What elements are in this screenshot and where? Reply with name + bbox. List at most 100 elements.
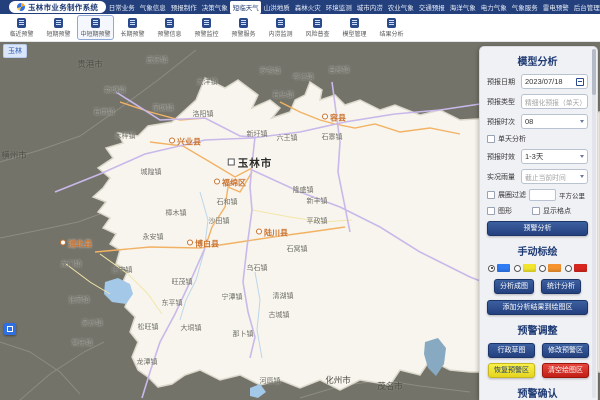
tab-7[interactable]: 预警服务 xyxy=(225,15,262,40)
town-label: 新塘镇 xyxy=(105,85,126,95)
tab-10[interactable]: 模型管理 xyxy=(336,15,373,40)
map-layer-control[interactable] xyxy=(4,323,16,335)
town-label: 旺茂镇 xyxy=(172,277,193,287)
top-nav-item-11[interactable]: 交通预报 xyxy=(416,1,447,14)
town-label: 平政镇 xyxy=(307,216,328,226)
top-nav-item-6[interactable]: 山洪地质 xyxy=(261,1,292,14)
warning-analysis-button[interactable]: 预警分析 xyxy=(487,221,588,236)
single-day-row: 单天分析 xyxy=(487,134,588,144)
forecast-type-row: 预报类型 精细化预报（单天） xyxy=(487,94,588,109)
plot-color-option-4[interactable] xyxy=(565,264,587,272)
tab-11[interactable]: 结果分析 xyxy=(373,15,410,40)
tab-label: 预警监控 xyxy=(194,29,218,38)
tab-label: 临近预警 xyxy=(9,29,33,38)
tab-label: 预警信息 xyxy=(157,29,181,38)
main-city-label: 玉林市 xyxy=(228,156,273,171)
panel-scrollbar[interactable] xyxy=(592,49,596,398)
legend-checkbox[interactable] xyxy=(487,207,495,215)
analysis-panel: 模型分析 预报日期 2023/07/18 预报类型 精细化预报（单天） 预报时次… xyxy=(479,46,598,400)
forecast-date-label: 预报日期 xyxy=(487,77,518,87)
top-nav-item-7[interactable]: 森林火灾 xyxy=(292,1,323,14)
color-swatch xyxy=(548,264,561,272)
adjust-button-3[interactable]: 恢复预警区 xyxy=(488,363,535,378)
forecast-time-row: 预报时次 08 xyxy=(487,114,588,129)
area-filter-input[interactable] xyxy=(529,189,556,201)
tab-label: 中短期预警 xyxy=(80,29,110,38)
plot-color-option-2[interactable] xyxy=(514,264,536,272)
top-nav-item-14[interactable]: 气象服务 xyxy=(509,1,540,14)
grid-points-checkbox[interactable] xyxy=(532,207,540,215)
forecast-time-value: 08 xyxy=(525,117,533,126)
document-icon xyxy=(165,18,174,28)
tab-1[interactable]: 临近预警 xyxy=(3,15,40,40)
top-nav-item-5[interactable]: 短临天气 xyxy=(230,1,261,14)
town-label: 石寨镇 xyxy=(322,132,343,142)
tab-5[interactable]: 预警信息 xyxy=(151,15,188,40)
town-label: 清湖镇 xyxy=(273,291,294,301)
top-nav-item-1[interactable]: 日常业务 xyxy=(106,1,137,14)
county-label: 兴业县 xyxy=(169,137,201,148)
plot-color-option-1[interactable] xyxy=(488,264,510,272)
rainfall-value: 截止当前时间 xyxy=(525,172,566,182)
tab-4[interactable]: 长期预警 xyxy=(114,15,151,40)
tab-6[interactable]: 预警监控 xyxy=(188,15,225,40)
plot-color-option-3[interactable] xyxy=(539,264,561,272)
chevron-down-icon xyxy=(580,120,584,123)
town-label: 武乐镇 xyxy=(147,55,168,65)
forecast-type-input[interactable]: 精细化预报（单天） xyxy=(521,94,588,109)
top-nav-item-9[interactable]: 城市内涝 xyxy=(354,1,385,14)
top-nav-item-13[interactable]: 电力气象 xyxy=(478,1,509,14)
app-title: 玉林市业务制作系统 xyxy=(28,2,98,13)
single-day-checkbox[interactable] xyxy=(487,135,495,143)
adjust-button-2[interactable]: 修改预警区 xyxy=(542,343,589,358)
region-chip[interactable]: 玉林 xyxy=(3,44,27,58)
tab-label: 短期预警 xyxy=(46,29,70,38)
tab-3[interactable]: 中短期预警 xyxy=(77,15,114,40)
scrollbar-thumb[interactable] xyxy=(592,49,596,95)
top-nav-item-10[interactable]: 农业气象 xyxy=(385,1,416,14)
town-label: 石和镇 xyxy=(217,197,238,207)
top-nav-item-4[interactable]: 决策气象 xyxy=(199,1,230,14)
top-nav-item-12[interactable]: 海洋气象 xyxy=(447,1,478,14)
color-swatch xyxy=(523,264,536,272)
top-nav-item-8[interactable]: 环境监测 xyxy=(323,1,354,14)
town-label: 六王镇 xyxy=(277,133,298,143)
model-analysis-title: 模型分析 xyxy=(487,53,588,68)
analysis-image-button[interactable]: 分析成图 xyxy=(494,279,534,294)
top-nav-item-15[interactable]: 雷电预警 xyxy=(540,1,571,14)
area-filter-checkbox[interactable] xyxy=(487,191,495,199)
chevron-down-icon xyxy=(580,155,584,158)
forecast-date-input[interactable]: 2023/07/18 xyxy=(521,74,588,89)
forecast-time-select[interactable]: 08 xyxy=(521,114,588,129)
tab-bar: 临近预警 短期预警 中短期预警长期预警预警信息 预警监控预警服务内涝监测风险普查模型管… xyxy=(0,14,600,42)
county-label: 福绵区 xyxy=(214,178,246,189)
statistics-button[interactable]: 统计分析 xyxy=(541,279,581,294)
calendar-icon xyxy=(576,78,584,86)
top-nav-item-16[interactable]: 后台管理 xyxy=(571,1,600,14)
top-nav-item-2[interactable]: 气象信息 xyxy=(137,1,168,14)
area-filter-label: 展圈过滤 xyxy=(498,190,526,200)
town-label: 罗秀镇 xyxy=(260,66,281,76)
town-label: 新丰镇 xyxy=(307,196,328,206)
town-label: 自良镇 xyxy=(329,65,350,75)
forecast-period-select[interactable]: 1-3天 xyxy=(521,149,588,164)
radio-icon xyxy=(488,265,495,272)
tab-9[interactable]: 风险普查 xyxy=(299,15,336,40)
top-nav-item-3[interactable]: 预报制作 xyxy=(168,1,199,14)
app-logo[interactable]: 玉林市业务制作系统 xyxy=(9,1,106,13)
color-swatch xyxy=(497,264,510,272)
single-day-label: 单天分析 xyxy=(498,134,526,144)
forecast-type-label: 预报类型 xyxy=(487,97,518,107)
town-label: 常乐镇 xyxy=(72,338,93,348)
document-icon xyxy=(91,18,100,28)
town-label: 张黄镇 xyxy=(69,295,90,305)
adjust-button-4[interactable]: 清空绘图区 xyxy=(542,363,589,378)
tab-label: 结果分析 xyxy=(379,29,403,38)
app-screen: 玉林市业务制作系统 日常业务气象信息预报制作决策气象短临天气山洪地质森林火灾环境… xyxy=(0,0,600,400)
adjust-button-1[interactable]: 行政草图 xyxy=(488,343,535,358)
add-result-button[interactable]: 添加分析结果到绘图区 xyxy=(487,300,588,315)
document-icon xyxy=(313,18,322,28)
tab-8[interactable]: 内涝监测 xyxy=(262,15,299,40)
rainfall-select[interactable]: 截止当前时间 xyxy=(521,169,588,184)
tab-2[interactable]: 短期预警 xyxy=(40,15,77,40)
